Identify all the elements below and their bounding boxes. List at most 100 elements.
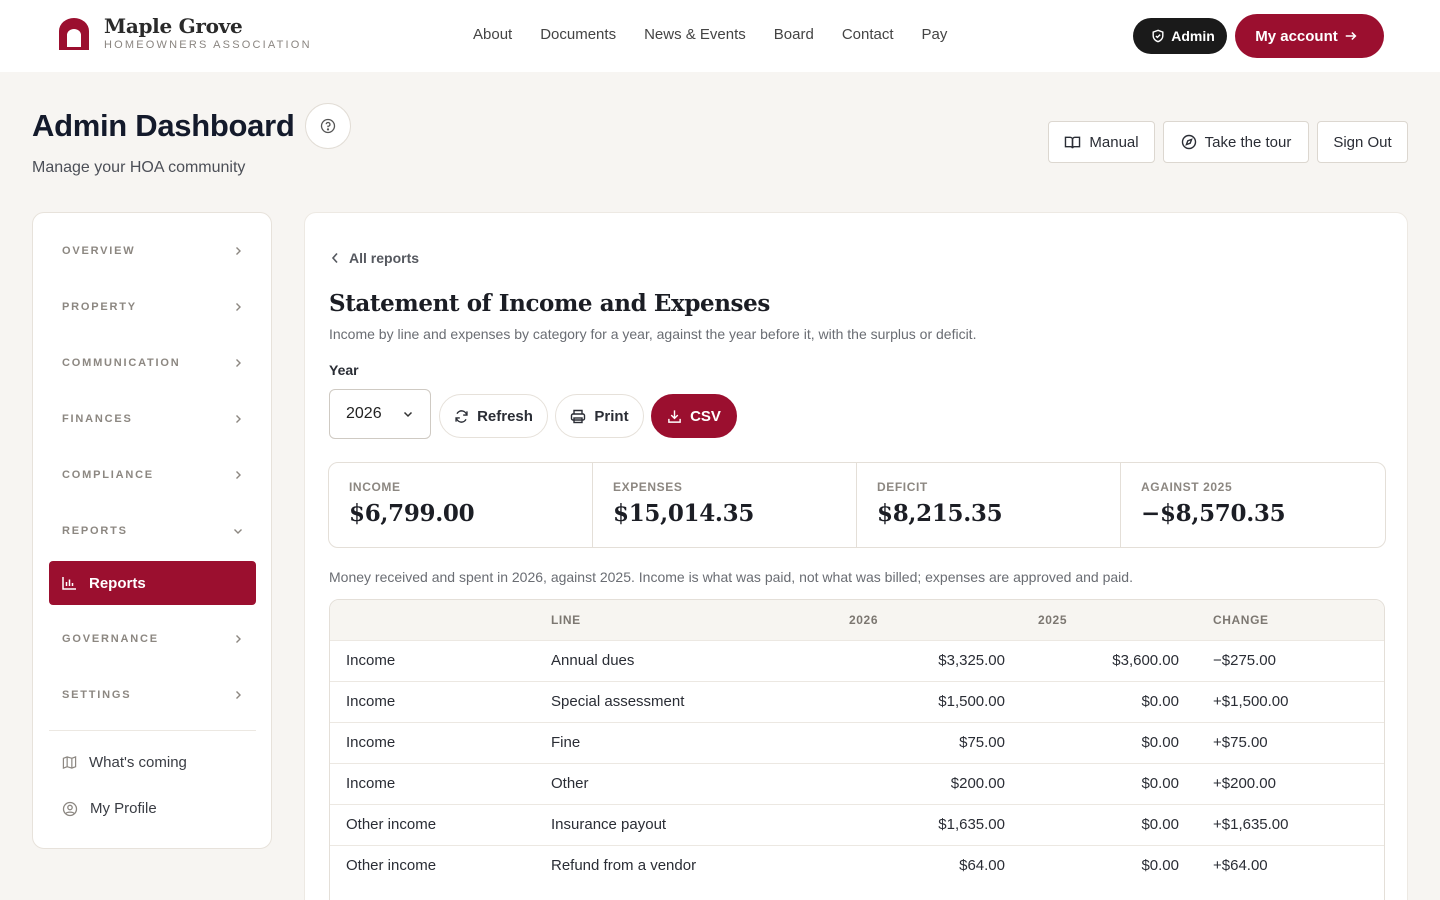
stat-income: INCOME $6,799.00: [329, 463, 593, 547]
cell-category: Income: [346, 775, 396, 792]
nav-documents[interactable]: Documents: [540, 26, 616, 43]
stat-label: EXPENSES: [613, 480, 683, 494]
refresh-button[interactable]: Refresh: [439, 394, 548, 438]
sidebar-section-finances[interactable]: FINANCES: [49, 397, 256, 441]
refresh-icon: [455, 409, 468, 423]
stat-value: $15,014.35: [613, 500, 755, 527]
table-row: Income Other $200.00 $0.00 +$200.00: [330, 763, 1384, 804]
csv-download-button[interactable]: CSV: [651, 394, 737, 438]
stat-against-prior-year: AGAINST 2025 −$8,570.35: [1121, 463, 1385, 547]
all-reports-link[interactable]: All reports: [331, 250, 419, 266]
year-label: Year: [329, 362, 359, 378]
cell-2025: $0.00: [1141, 775, 1179, 792]
sidebar-section-label: PROPERTY: [62, 301, 137, 313]
sidebar-section-label: OVERVIEW: [62, 245, 136, 257]
stat-label: AGAINST 2025: [1141, 480, 1233, 494]
take-tour-label: Take the tour: [1204, 133, 1292, 151]
manual-button[interactable]: Manual: [1048, 121, 1155, 163]
logo-icon: [59, 17, 89, 50]
cell-change: +$200.00: [1213, 775, 1276, 792]
sidebar: OVERVIEW PROPERTY COMMUNICATION FINANCES…: [32, 212, 272, 849]
nav-pay[interactable]: Pay: [922, 26, 948, 43]
sidebar-section-property[interactable]: PROPERTY: [49, 285, 256, 329]
cell-line: Insurance payout: [551, 816, 667, 833]
nav-news-events[interactable]: News & Events: [644, 26, 746, 43]
nav-contact[interactable]: Contact: [842, 26, 894, 43]
report-title: Statement of Income and Expenses: [329, 290, 770, 317]
shield-icon: [1152, 29, 1164, 43]
cell-category: Income: [346, 734, 396, 751]
chevron-down-icon: [234, 529, 242, 534]
stat-expenses: EXPENSES $15,014.35: [593, 463, 857, 547]
sidebar-section-label: COMPLIANCE: [62, 469, 154, 481]
cell-change: +$64.00: [1213, 857, 1268, 874]
cell-2026: $3,325.00: [938, 652, 1005, 669]
sidebar-section-label: SETTINGS: [62, 689, 132, 701]
sidebar-section-settings[interactable]: SETTINGS: [49, 673, 256, 717]
cell-change: +$75.00: [1213, 734, 1268, 751]
chevron-down-icon: [403, 411, 413, 418]
chevron-right-icon: [236, 471, 241, 479]
cell-2026: $1,500.00: [938, 693, 1005, 710]
cell-2026: $64.00: [959, 857, 1005, 874]
cell-line: Special assessment: [551, 693, 685, 710]
sidebar-section-reports[interactable]: REPORTS: [49, 509, 256, 553]
column-header-2026: 2026: [849, 613, 879, 627]
bar-chart-icon: [62, 577, 76, 590]
table-header: LINE 2026 2025 CHANGE: [330, 600, 1384, 640]
my-account-label: My account: [1255, 27, 1338, 45]
report-note: Money received and spent in 2026, agains…: [329, 569, 1133, 585]
cell-2025: $0.00: [1141, 857, 1179, 874]
cell-2025: $3,600.00: [1112, 652, 1179, 669]
stat-label: INCOME: [349, 480, 401, 494]
stat-deficit: DEFICIT $8,215.35: [857, 463, 1121, 547]
income-expense-table: LINE 2026 2025 CHANGE Income Annual dues $…: [329, 599, 1385, 900]
sign-out-button[interactable]: Sign Out: [1317, 121, 1408, 163]
cell-2026: $1,635.00: [938, 816, 1005, 833]
sidebar-link-my-profile[interactable]: My Profile: [62, 800, 157, 817]
admin-button[interactable]: Admin: [1133, 18, 1227, 54]
table-row: Income Annual dues $3,325.00 $3,600.00 −$275…: [330, 640, 1384, 681]
my-account-button[interactable]: My account: [1235, 14, 1384, 58]
chevron-right-icon: [236, 635, 241, 643]
refresh-label: Refresh: [477, 407, 533, 425]
sidebar-section-overview[interactable]: OVERVIEW: [49, 229, 256, 273]
cell-category: Income: [346, 693, 396, 710]
cell-line: Fine: [551, 734, 581, 751]
sidebar-section-label: FINANCES: [62, 413, 133, 425]
table-row: Income Fine $75.00 $0.00 +$75.00: [330, 722, 1384, 763]
cell-line: Refund from a vendor: [551, 857, 697, 874]
all-reports-label: All reports: [349, 250, 420, 266]
column-header-2025: 2025: [1038, 613, 1068, 627]
sidebar-section-governance[interactable]: GOVERNANCE: [49, 617, 256, 661]
chevron-right-icon: [236, 691, 241, 699]
admin-label: Admin: [1171, 28, 1215, 44]
report-description: Income by line and expenses by category …: [329, 326, 977, 342]
help-button[interactable]: [305, 103, 351, 149]
year-select-value: 2026: [346, 405, 382, 422]
sidebar-section-label: REPORTS: [62, 525, 128, 537]
brand[interactable]: Maple Grove HOMEOWNERS ASSOCIATION: [56, 16, 312, 51]
report-panel: All reports Statement of Income and Expe…: [304, 212, 1408, 900]
year-select[interactable]: 2026: [329, 389, 431, 439]
print-label: Print: [594, 407, 629, 425]
book-icon: [1065, 136, 1081, 148]
table-body: Income Annual dues $3,325.00 $3,600.00 −$275…: [330, 640, 1384, 886]
sidebar-section-communication[interactable]: COMMUNICATION: [49, 341, 256, 385]
chevron-right-icon: [236, 303, 241, 311]
cell-change: +$1,500.00: [1213, 693, 1289, 710]
cell-category: Income: [346, 652, 396, 669]
sidebar-item-reports[interactable]: Reports: [49, 561, 256, 605]
page-title: Admin Dashboard: [32, 108, 295, 143]
nav-board[interactable]: Board: [774, 26, 814, 43]
cell-line: Annual dues: [551, 652, 635, 669]
column-header-change: CHANGE: [1213, 613, 1269, 627]
sidebar-divider: [49, 730, 256, 731]
sidebar-section-compliance[interactable]: COMPLIANCE: [49, 453, 256, 497]
nav-about[interactable]: About: [473, 26, 512, 43]
cell-category: Other income: [346, 816, 437, 833]
take-tour-button[interactable]: Take the tour: [1163, 121, 1309, 163]
sidebar-link-whats-coming[interactable]: What's coming: [62, 754, 187, 771]
cell-2025: $0.00: [1141, 693, 1179, 710]
print-button[interactable]: Print: [555, 394, 644, 438]
